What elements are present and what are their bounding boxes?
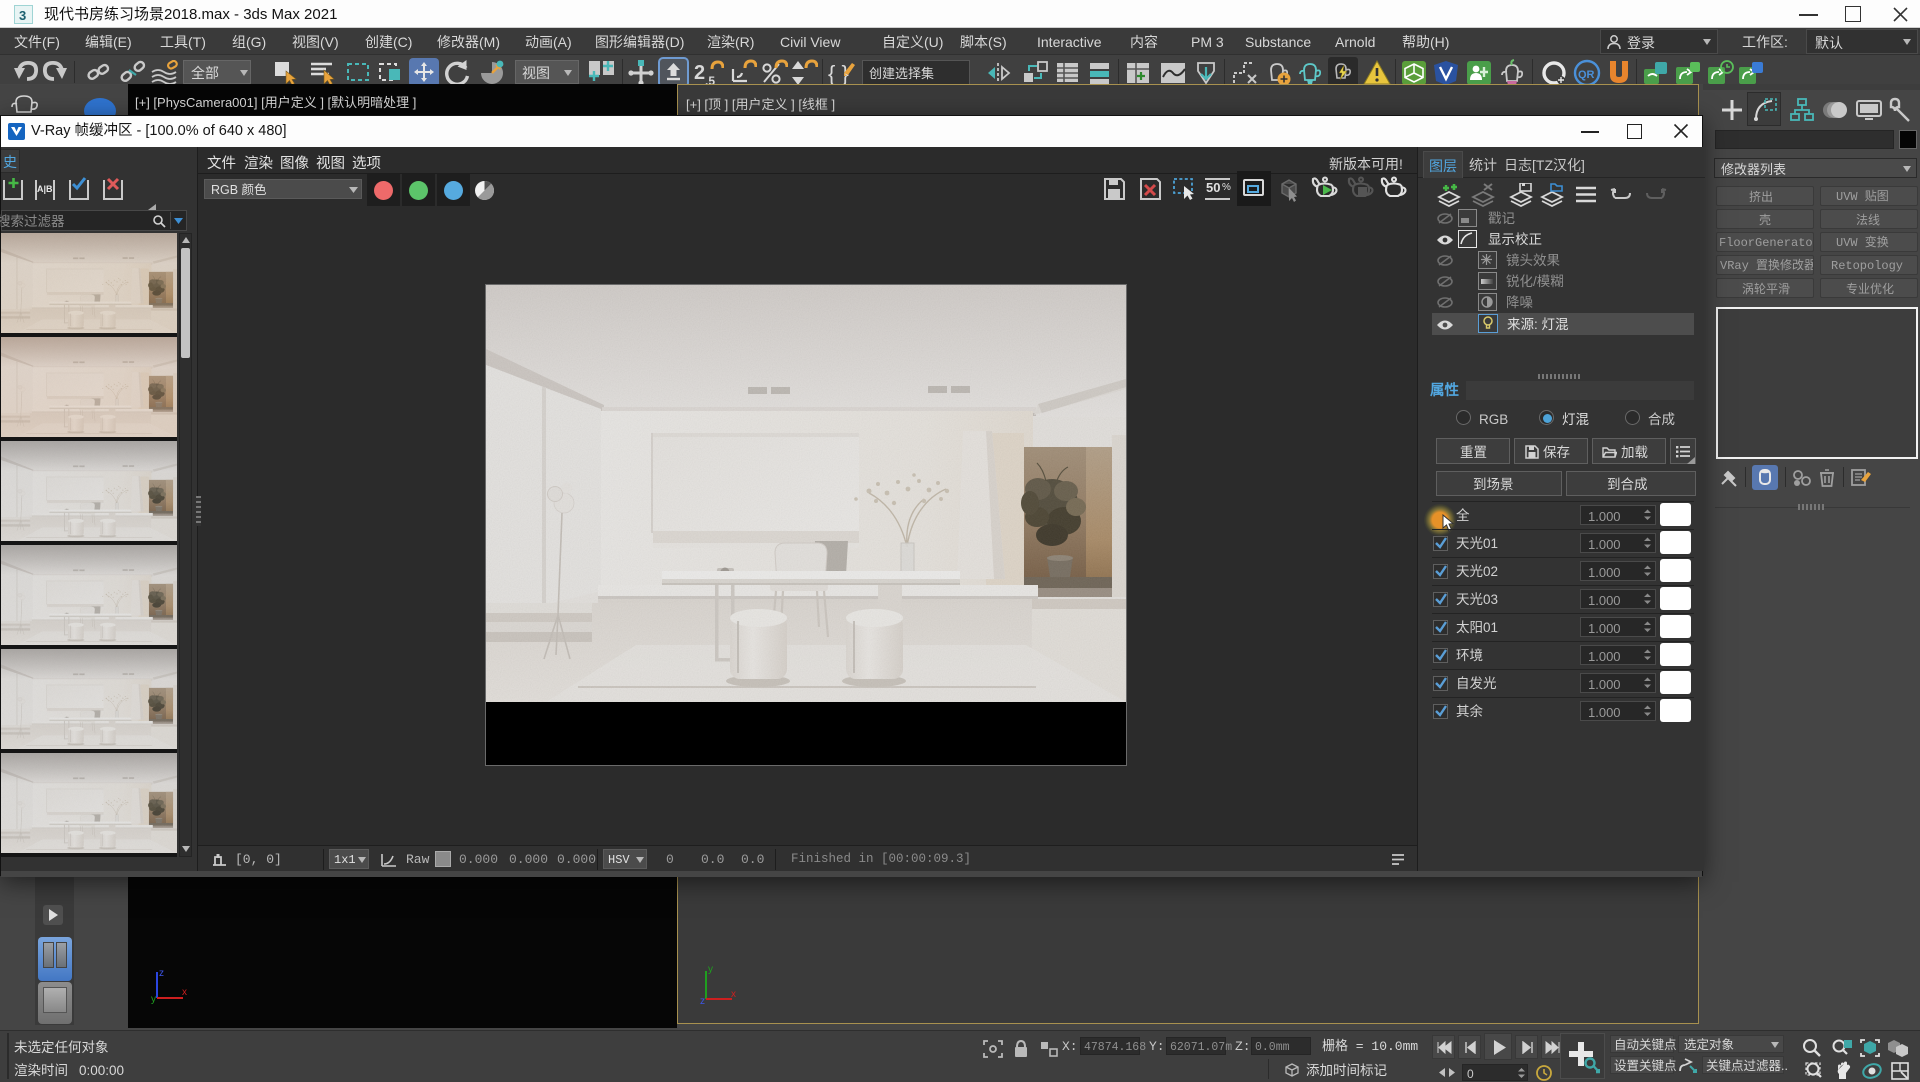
svg-text:QR: QR	[1578, 69, 1595, 81]
svg-text:y: y	[151, 994, 156, 1005]
svg-text:y: y	[708, 964, 713, 975]
svg-text:x: x	[731, 989, 736, 1000]
svg-text:x: x	[182, 987, 187, 998]
svg-text:2: 2	[694, 62, 705, 84]
svg-text:z: z	[159, 968, 164, 979]
svg-text:z: z	[700, 996, 705, 1005]
